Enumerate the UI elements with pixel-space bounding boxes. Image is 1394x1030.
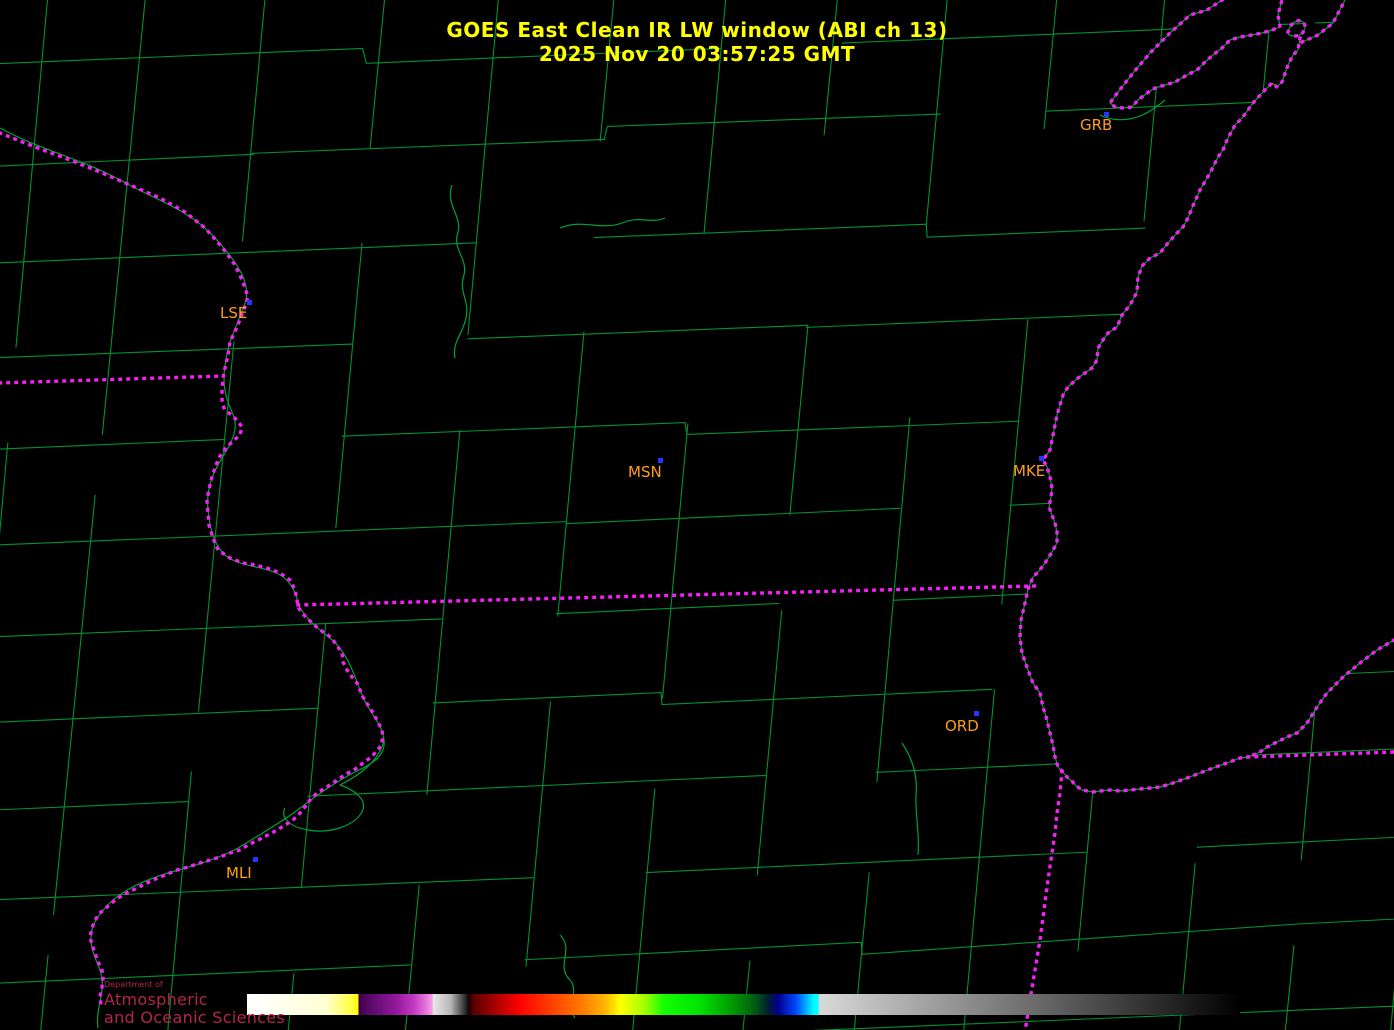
city-label-lse: LSE [220, 304, 248, 322]
city-label-mke: MKE [1013, 462, 1046, 480]
city-label-ord: ORD [945, 717, 979, 735]
fox-river-boundary [901, 742, 920, 856]
uw-aos-logo: W Department of Atmospheric and Oceanic … [0, 978, 480, 1030]
city-label-msn: MSN [628, 463, 662, 481]
city-dot-mli [253, 857, 258, 862]
map-canvas [0, 0, 1394, 1030]
image-title: GOES East Clean IR LW window (ABI ch 13)… [0, 18, 1394, 66]
logo-dept-of: Department of [104, 980, 163, 989]
lake-water [1020, 0, 1394, 792]
city-dot-ord [974, 711, 979, 716]
city-label-mli: MLI [226, 864, 252, 882]
border-mn-ia [0, 374, 225, 385]
city-dot-mke [1039, 456, 1044, 461]
logo-line2: and Oceanic Sciences [104, 1008, 286, 1027]
border-il-in [1024, 769, 1064, 1027]
logo-text: Department of Atmospheric and Oceanic Sc… [104, 981, 285, 1027]
mississippi-river-lower [90, 603, 385, 1029]
border-wi-il [296, 584, 1037, 607]
city-label-grb: GRB [1080, 116, 1113, 134]
wisconsin-river-boundary [449, 184, 468, 359]
title-line2: 2025 Nov 20 03:57:25 GMT [538, 42, 856, 66]
lake-michigan-water [1020, 0, 1394, 792]
satellite-image-viewer: GOES East Clean IR LW window (ABI ch 13)… [0, 0, 1394, 1030]
title-line1: GOES East Clean IR LW window (ABI ch 13) [446, 18, 948, 42]
logo-line1: Atmospheric [104, 990, 208, 1009]
mississippi-river-upper [0, 127, 299, 605]
mississippi-island-loop [283, 739, 385, 832]
city-dot-lse [247, 300, 252, 305]
river-wiggle-north [559, 217, 666, 229]
